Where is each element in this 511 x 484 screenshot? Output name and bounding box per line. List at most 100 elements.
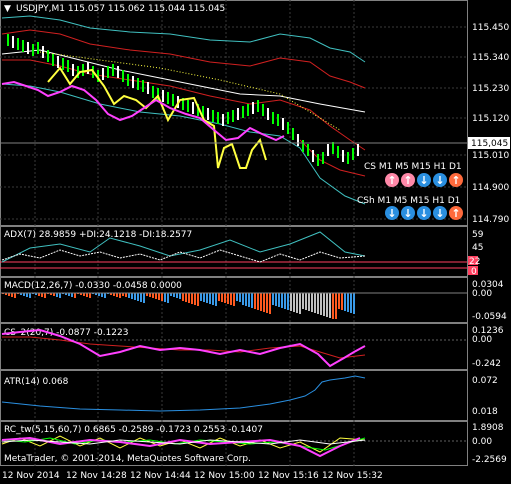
macd-bar (188, 293, 190, 303)
macd-bar (224, 293, 226, 303)
macd-bar (317, 293, 319, 314)
time-tick: 12 Nov 14:44 (130, 471, 191, 481)
macd-bar (26, 293, 28, 297)
macd-bar (140, 293, 142, 302)
svg-text:-2.2569: -2.2569 (472, 455, 507, 465)
macd-bar (134, 293, 136, 300)
macd-bar (104, 293, 106, 298)
svg-text:1.8908: 1.8908 (472, 423, 504, 433)
price-tick: 114.900 (472, 183, 509, 193)
arrow-glyph: ↓ (435, 207, 444, 220)
macd-bar (179, 293, 181, 299)
arrow-glyph: ↓ (403, 207, 412, 220)
adx-axis: 59 45 22 0 (468, 230, 484, 277)
macd-bar (236, 293, 238, 301)
atr-title: ATR(14) 0.068 (4, 377, 69, 387)
svg-text:22: 22 (469, 257, 480, 267)
macd-bar (203, 293, 205, 302)
svg-text:0.018: 0.018 (472, 407, 498, 417)
cs2-axis: 0.1236 0.00 -0.242 (472, 326, 504, 369)
time-tick: 12 Nov 15:16 (258, 471, 319, 481)
macd-bar (143, 293, 145, 303)
macd-bar (29, 293, 31, 298)
arrow-glyph: ↑ (387, 174, 396, 187)
macd-bar (272, 293, 274, 305)
csh-label: CSh M1 M5 M15 H1 D1 (357, 196, 460, 206)
macd-bar (212, 293, 214, 305)
macd-bar (74, 293, 76, 298)
macd-bar (326, 293, 328, 317)
macd-bar (353, 293, 355, 314)
macd-bar (248, 293, 250, 307)
atr-panel[interactable] (0, 370, 468, 421)
macd-bar (119, 293, 121, 298)
time-tick: 12 Nov 2014 (2, 471, 60, 481)
svg-text:-0.0594: -0.0594 (472, 312, 507, 322)
macd-bar (299, 293, 301, 314)
macd-bar (302, 293, 304, 309)
macd-bar (56, 293, 58, 297)
macd-bar (161, 293, 163, 301)
macd-bar (215, 293, 217, 306)
arrow-glyph: ↓ (419, 174, 428, 187)
macd-bar (125, 293, 127, 297)
arrow-glyph: ↓ (419, 207, 428, 220)
macd-bar (344, 293, 346, 311)
cs2-main-line (1, 328, 366, 368)
macd-bar (209, 293, 211, 304)
macd-bar (218, 293, 220, 301)
macd-bar (311, 293, 313, 312)
time-tick: 12 Nov 15:32 (322, 471, 383, 481)
macd-bar (194, 293, 196, 305)
macd-bar (281, 293, 283, 308)
macd-bar (59, 293, 61, 298)
macd-bar (269, 293, 271, 314)
copyright-text: MetaTrader, © 2001-2014, MetaQuotes Soft… (4, 454, 251, 464)
macd-bar (191, 293, 193, 304)
macd-bar (275, 293, 277, 306)
csh-arrows-row: ↓ ↓ ↓ ↓ ↑ (385, 206, 463, 220)
macd-bar (167, 293, 169, 303)
macd-title: MACD(12,26,7) -0.0330 -0.0458 0.0000 (4, 281, 182, 291)
macd-bar (254, 293, 256, 309)
chart-window[interactable]: ▼ USDJPY,M1 115.057 115.062 115.044 115.… (0, 0, 511, 484)
rc-axis: 1.8908 0.00 -2.2569 (472, 423, 507, 465)
arrow-glyph: ↓ (387, 207, 396, 220)
macd-bar (221, 293, 223, 302)
macd-bar (320, 293, 322, 315)
svg-text:0.00: 0.00 (472, 335, 492, 345)
macd-bar (323, 293, 325, 316)
cs-arrows-row: ↑ ↑ ↓ ↓ ↑ (385, 173, 463, 187)
macd-axis: 0.0304 0.00 -0.0594 (472, 280, 507, 322)
macd-bar (149, 293, 151, 297)
macd-bar (206, 293, 208, 303)
macd-bar (182, 293, 184, 301)
svg-text:0.00: 0.00 (472, 289, 492, 299)
macd-bar (155, 293, 157, 299)
current-price-label: 115,045 (471, 139, 508, 149)
svg-text:-0.242: -0.242 (472, 359, 501, 369)
macd-bar (11, 293, 13, 297)
macd-bar (227, 293, 229, 304)
macd-bar (152, 293, 154, 298)
macd-bar (101, 293, 103, 297)
macd-bar (266, 293, 268, 313)
macd-histogram (0, 292, 467, 319)
adx-title: ADX(7) 28.9859 +DI:24.1218 -DI:18.2577 (4, 230, 192, 240)
macd-bar (71, 293, 73, 297)
arrow-glyph: ↑ (451, 174, 460, 187)
arrow-glyph: ↑ (451, 207, 460, 220)
macd-bar (233, 293, 235, 306)
collapse-triangle-icon[interactable]: ▼ (4, 4, 11, 14)
price-tick: 115.230 (472, 84, 509, 94)
plus-di-line (1, 249, 366, 263)
macd-bar (131, 293, 133, 299)
macd-bar (290, 293, 292, 311)
macd-bar (335, 293, 337, 319)
svg-text:0.00: 0.00 (472, 437, 492, 447)
macd-bar (260, 293, 262, 311)
atr-axis: 0.072 0.018 (472, 376, 498, 417)
macd-bar (230, 293, 232, 305)
price-tick: 115.340 (472, 53, 509, 63)
arrow-glyph: ↑ (403, 174, 412, 187)
